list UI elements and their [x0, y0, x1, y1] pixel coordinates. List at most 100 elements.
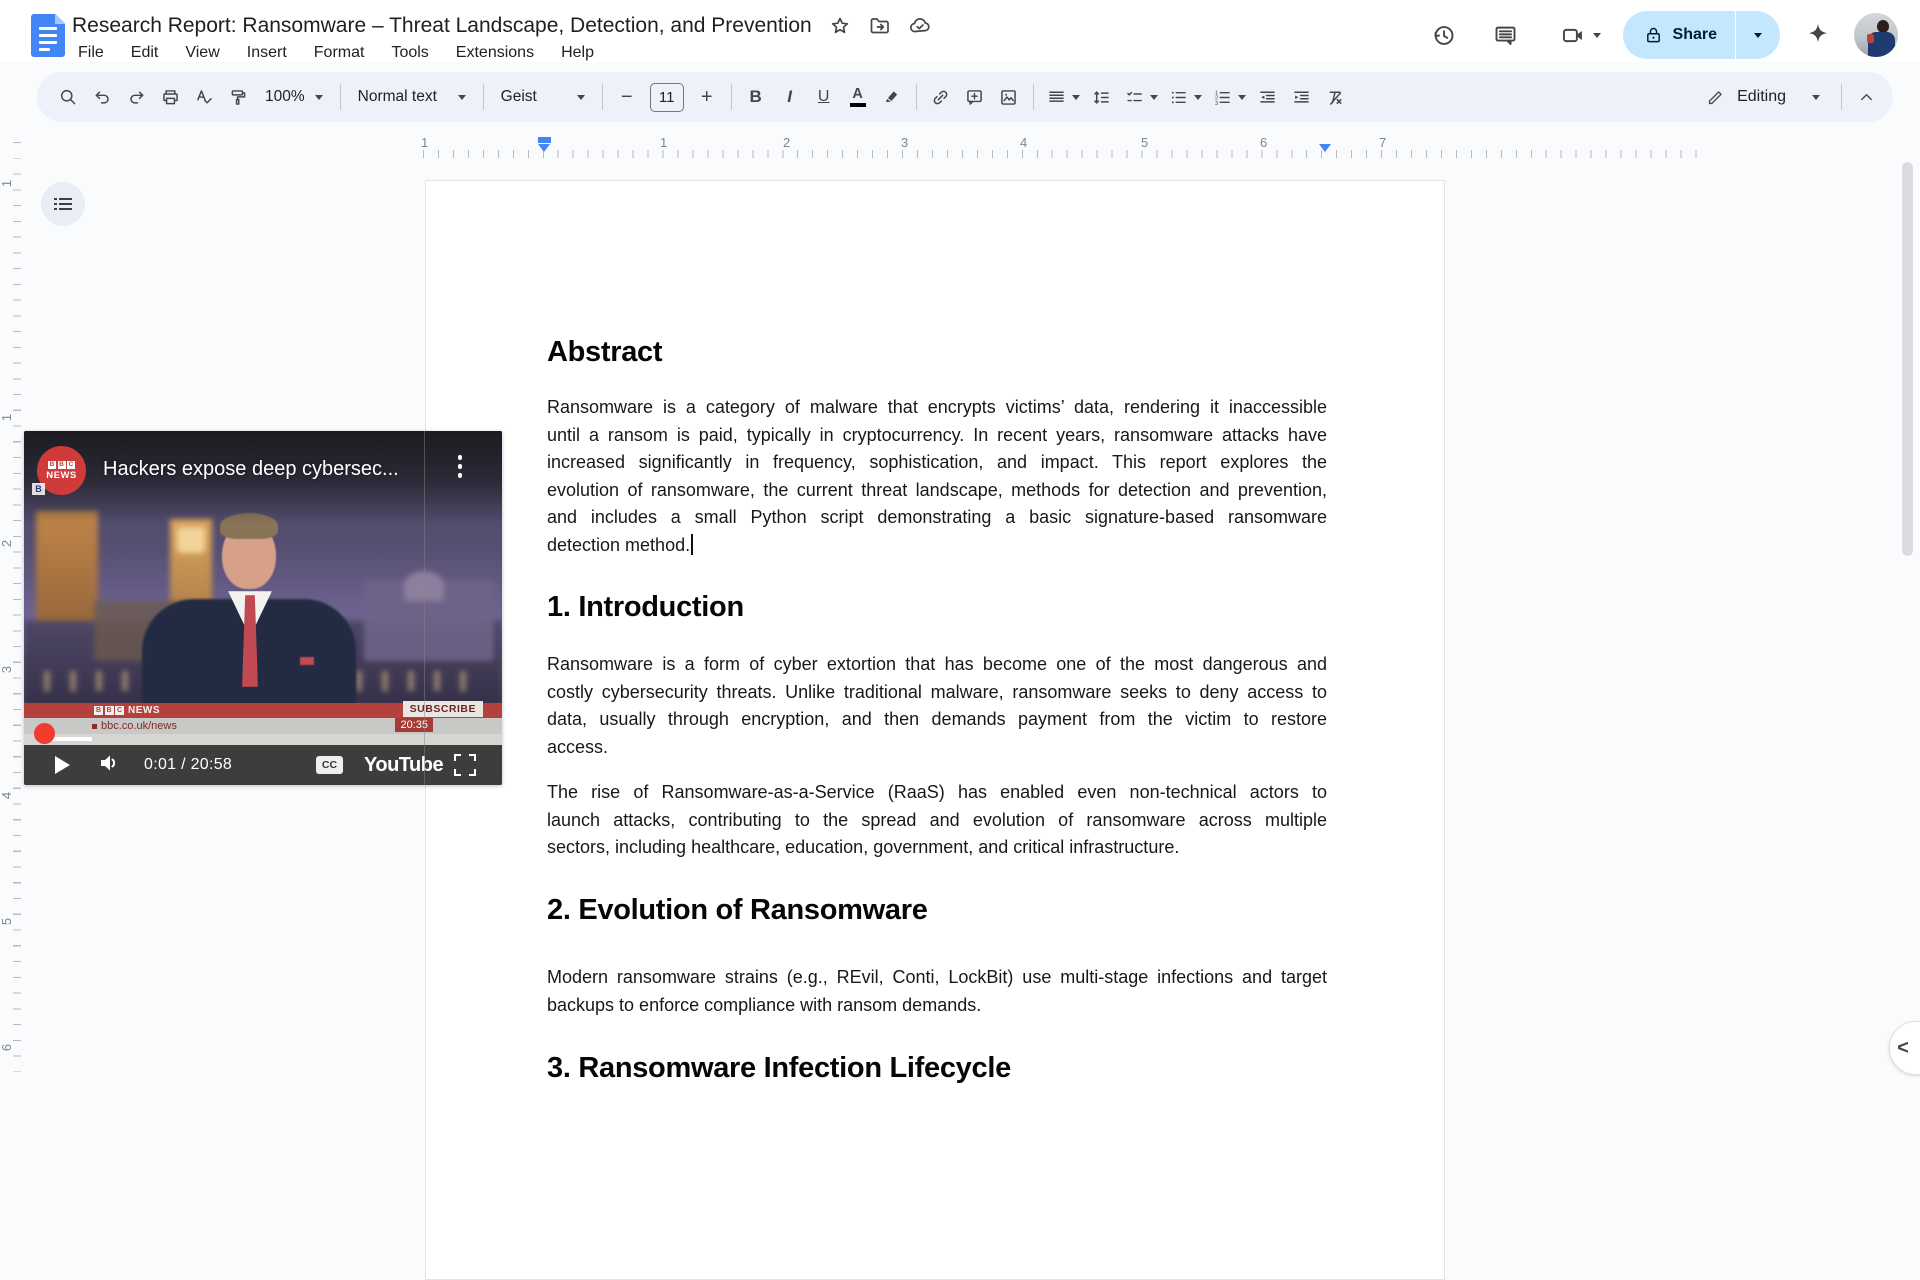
print-icon[interactable] — [153, 80, 187, 114]
checklist-button[interactable] — [1119, 80, 1163, 114]
section-heading[interactable]: 2. Evolution of Ransomware — [547, 894, 1327, 927]
increase-font-size-icon[interactable]: + — [690, 80, 724, 114]
menu-tools[interactable]: Tools — [391, 44, 428, 62]
text-line[interactable]: increased significantly in frequency, so… — [547, 449, 1327, 477]
text-line[interactable]: backups to enforce compliance with ranso… — [547, 992, 1327, 1020]
chevron-left-icon: < — [1897, 1037, 1909, 1060]
text-line[interactable]: costly cybersecurity threats. Unlike tra… — [547, 679, 1327, 707]
google-docs-logo[interactable] — [31, 14, 65, 57]
version-history-icon[interactable] — [1430, 21, 1458, 49]
side-panel-toggle-button[interactable]: < — [1889, 1021, 1920, 1075]
document-title[interactable]: Research Report: Ransomware – Threat Lan… — [72, 14, 812, 38]
menu-format[interactable]: Format — [314, 44, 365, 62]
section-heading[interactable]: 1. Introduction — [547, 591, 1327, 624]
text-line[interactable]: The rise of Ransomware-as-a-Service (Raa… — [547, 779, 1327, 807]
right-indent-marker[interactable] — [1319, 144, 1331, 152]
menu-view[interactable]: View — [185, 44, 219, 62]
text-line[interactable]: access. — [547, 734, 1327, 762]
paragraph[interactable]: Ransomware is a category of malware that… — [547, 394, 1327, 560]
text-color-button[interactable]: A — [841, 80, 875, 114]
ruler-number: 1 — [0, 414, 14, 421]
ruler-number: 6 — [1260, 135, 1267, 150]
text-line[interactable]: Modern ransomware strains (e.g., REvil, … — [547, 964, 1327, 992]
avatar-figure — [1867, 34, 1874, 43]
decrease-indent-icon[interactable] — [1251, 80, 1285, 114]
video-title[interactable]: Hackers expose deep cybersec... — [103, 458, 399, 481]
video-more-options-icon[interactable] — [458, 455, 463, 478]
search-menus-icon[interactable] — [51, 80, 85, 114]
document-outline-button[interactable] — [41, 182, 85, 226]
page-border-line — [424, 431, 425, 785]
document-page[interactable]: Abstract Ransomware is a category of mal… — [425, 180, 1445, 1280]
join-call-caret-icon — [1593, 33, 1601, 38]
volume-button[interactable] — [97, 751, 121, 780]
font-size-input[interactable]: 11 — [650, 83, 684, 112]
paint-format-icon[interactable] — [221, 80, 255, 114]
cloud-saved-icon[interactable] — [908, 14, 932, 38]
numbered-list-button[interactable]: 123 — [1207, 80, 1251, 114]
fullscreen-button[interactable] — [454, 754, 476, 776]
insert-link-icon[interactable] — [924, 80, 958, 114]
gemini-sparkle-icon[interactable] — [1804, 21, 1832, 49]
clear-formatting-icon[interactable] — [1319, 80, 1353, 114]
zoom-select[interactable]: 100% — [255, 80, 333, 114]
text-line[interactable]: data, usually through encryption, and th… — [547, 706, 1327, 734]
star-icon[interactable] — [828, 14, 852, 38]
underline-button[interactable]: U — [807, 80, 841, 114]
youtube-logo[interactable]: YouTube — [364, 754, 443, 777]
collapse-toolbar-icon[interactable] — [1849, 80, 1883, 114]
text-line[interactable]: sectors, including healthcare, education… — [547, 834, 1327, 862]
add-comment-icon[interactable] — [958, 80, 992, 114]
join-call-button[interactable] — [1560, 22, 1601, 49]
left-indent-marker[interactable] — [538, 144, 550, 152]
editing-mode-select[interactable]: Editing — [1692, 79, 1834, 115]
menu-extensions[interactable]: Extensions — [456, 44, 534, 62]
section-heading[interactable]: Abstract — [547, 336, 1327, 369]
text-line[interactable]: Ransomware is a form of cyber extortion … — [547, 651, 1327, 679]
menu-edit[interactable]: Edit — [131, 44, 159, 62]
horizontal-ruler[interactable]: 1 1 2 3 4 5 6 7 — [30, 134, 1920, 162]
redo-icon[interactable] — [119, 80, 153, 114]
paragraph[interactable]: Modern ransomware strains (e.g., REvil, … — [547, 964, 1327, 1019]
playhead-scrubber[interactable] — [34, 723, 55, 744]
paragraph-style-select[interactable]: Normal text — [348, 80, 476, 114]
text-line[interactable]: until a ransom is paid, typically in cry… — [547, 422, 1327, 450]
captions-button[interactable]: CC — [316, 756, 343, 774]
undo-icon[interactable] — [85, 80, 119, 114]
menu-insert[interactable]: Insert — [247, 44, 287, 62]
paragraph[interactable]: The rise of Ransomware-as-a-Service (Raa… — [547, 779, 1327, 862]
share-button-label: Share — [1673, 26, 1717, 44]
first-line-indent-marker[interactable] — [538, 137, 551, 143]
align-caret-icon — [1072, 95, 1080, 100]
highlight-color-button[interactable] — [875, 80, 909, 114]
font-select[interactable]: Geist — [491, 80, 595, 114]
spell-check-icon[interactable] — [187, 80, 221, 114]
toolbar-divider — [340, 84, 341, 110]
menu-file[interactable]: File — [78, 44, 104, 62]
italic-button[interactable]: I — [773, 80, 807, 114]
toolbar-divider — [602, 84, 603, 110]
account-avatar[interactable] — [1854, 13, 1898, 57]
share-button[interactable]: Share — [1623, 11, 1735, 59]
paragraph[interactable]: Ransomware is a form of cyber extortion … — [547, 651, 1327, 761]
text-line[interactable]: evolution of ransomware, the current thr… — [547, 477, 1327, 505]
line-spacing-icon[interactable] — [1085, 80, 1119, 114]
youtube-video-player[interactable]: BBC NEWS Hackers expose deep cybersec...… — [24, 431, 502, 785]
menu-help[interactable]: Help — [561, 44, 594, 62]
align-button[interactable] — [1041, 80, 1085, 114]
increase-indent-icon[interactable] — [1285, 80, 1319, 114]
text-line[interactable]: launch attacks, contributing to the spre… — [547, 807, 1327, 835]
bulleted-list-button[interactable] — [1163, 80, 1207, 114]
insert-image-icon[interactable] — [992, 80, 1026, 114]
comments-icon[interactable] — [1492, 21, 1520, 49]
vertical-scrollbar[interactable] — [1902, 162, 1913, 556]
text-line[interactable]: detection method. — [547, 532, 1327, 560]
play-button[interactable] — [55, 756, 70, 774]
share-options-button[interactable] — [1736, 11, 1780, 59]
move-folder-icon[interactable] — [868, 14, 892, 38]
bold-button[interactable]: B — [739, 80, 773, 114]
decrease-font-size-icon[interactable]: − — [610, 80, 644, 114]
text-line[interactable]: Ransomware is a category of malware that… — [547, 394, 1327, 422]
section-heading[interactable]: 3. Ransomware Infection Lifecycle — [547, 1052, 1327, 1085]
text-line[interactable]: and includes a small Python script demon… — [547, 504, 1327, 532]
